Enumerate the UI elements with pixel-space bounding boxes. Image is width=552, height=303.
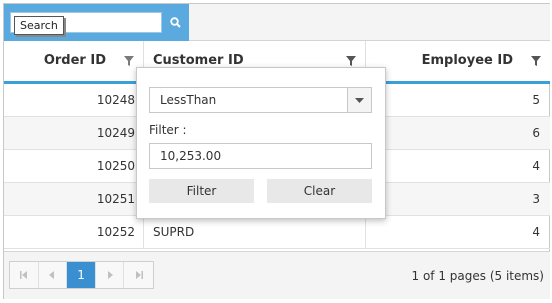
pager-buttons: 1 — [9, 261, 154, 289]
search-box: Search — [4, 4, 189, 41]
search-button[interactable] — [164, 12, 186, 33]
pager: 1 1 of 1 pages (5 items) — [4, 251, 550, 299]
search-icon — [169, 17, 181, 28]
dropdown-button[interactable] — [347, 88, 371, 112]
grid-toolbar: Search — [4, 4, 550, 41]
cell-employee-id: 4 — [532, 159, 540, 173]
column-header-employee-id[interactable]: Employee ID — [366, 41, 550, 81]
filter-icon[interactable] — [123, 55, 135, 67]
cell-employee-id: 4 — [532, 225, 540, 239]
next-page-button[interactable] — [96, 262, 125, 288]
first-page-button[interactable] — [10, 262, 39, 288]
page-button-1[interactable]: 1 — [67, 262, 96, 288]
chevron-down-icon — [355, 97, 364, 103]
column-header-order-id[interactable]: Order ID — [4, 41, 143, 81]
filter-button[interactable]: Filter — [149, 179, 254, 203]
cell-order-id: 10251 — [96, 192, 135, 206]
filter-value-input[interactable] — [149, 143, 372, 169]
cell-order-id: 10250 — [96, 159, 135, 173]
last-page-icon — [135, 271, 143, 279]
cell-employee-id: 5 — [532, 93, 540, 107]
row-divider — [365, 216, 366, 249]
filter-icon[interactable] — [530, 55, 542, 67]
row-divider — [143, 216, 144, 249]
filter-label: Filter : — [149, 123, 187, 137]
table-row[interactable]: 10252 SUPRD 4 — [4, 216, 550, 249]
clear-button[interactable]: Clear — [267, 179, 372, 203]
previous-page-icon — [49, 271, 55, 279]
cell-employee-id: 6 — [532, 126, 540, 140]
next-page-icon — [107, 271, 113, 279]
cell-customer-id: SUPRD — [153, 225, 195, 239]
first-page-icon — [19, 271, 27, 279]
search-tooltip: Search — [14, 16, 64, 35]
previous-page-button[interactable] — [39, 262, 68, 288]
cell-employee-id: 3 — [532, 192, 540, 206]
filter-icon[interactable] — [345, 55, 357, 67]
filter-popup: LessThan Filter : Filter Clear — [136, 67, 386, 219]
filter-operator-select[interactable]: LessThan — [149, 87, 372, 113]
pager-info: 1 of 1 pages (5 items) — [411, 269, 545, 283]
cell-order-id: 10249 — [96, 126, 135, 140]
cell-order-id: 10252 — [96, 225, 135, 239]
column-header-label: Order ID — [43, 53, 106, 68]
last-page-button[interactable] — [124, 262, 153, 288]
column-header-label: Employee ID — [421, 53, 513, 68]
filter-operator-value: LessThan — [160, 93, 217, 107]
cell-order-id: 10248 — [96, 93, 135, 107]
